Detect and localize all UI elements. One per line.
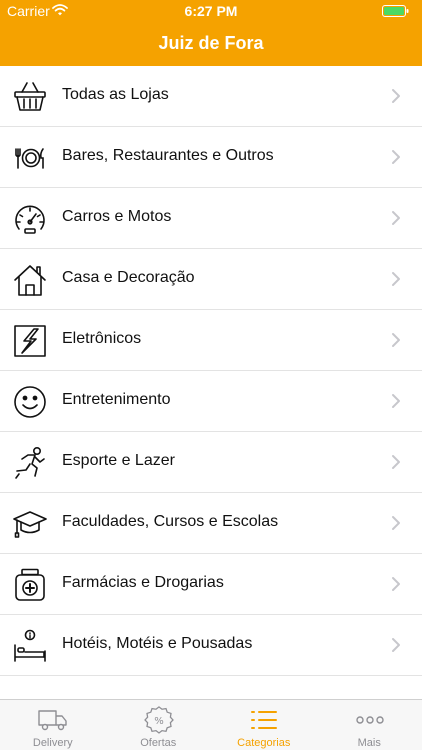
smiley-icon <box>14 386 46 418</box>
category-label: Bares, Restaurantes e Outros <box>62 147 274 164</box>
tab-categorias[interactable]: Categorias <box>211 700 317 750</box>
category-label: Entretenimento <box>62 391 171 408</box>
pharmacy-jar-icon <box>15 568 45 601</box>
tab-delivery[interactable]: Delivery <box>0 700 106 750</box>
chevron-right-icon <box>392 638 400 652</box>
chevron-right-icon <box>392 394 400 408</box>
category-row-farmacias[interactable]: Farmácias e Drogarias <box>0 554 422 615</box>
category-label: Carros e Motos <box>62 208 172 225</box>
chevron-right-icon <box>392 150 400 164</box>
percent-badge-icon: % <box>143 706 174 734</box>
category-row-esporte-e-lazer[interactable]: Esporte e Lazer <box>0 432 422 493</box>
lightning-box-icon <box>14 325 46 357</box>
bed-icon <box>14 629 46 662</box>
category-row-casa-e-decoracao[interactable]: Casa e Decoração <box>0 249 422 310</box>
chevron-right-icon <box>392 577 400 591</box>
page-title: Juiz de Fora <box>158 33 264 53</box>
chevron-right-icon <box>392 516 400 530</box>
tab-label: Ofertas <box>140 737 177 749</box>
chevron-right-icon <box>392 333 400 347</box>
tab-mais[interactable]: Mais <box>317 700 422 750</box>
chevron-right-icon <box>392 272 400 286</box>
list-icon <box>251 711 277 729</box>
category-list[interactable]: Todas as Lojas Bares, Restaurantes e Out… <box>0 66 422 699</box>
status-time: 6:27 PM <box>184 3 238 19</box>
category-row-entretenimento[interactable]: Entretenimento <box>0 371 422 432</box>
tab-label: Delivery <box>32 737 73 749</box>
category-label: Eletrônicos <box>62 330 142 347</box>
category-row-partial[interactable] <box>0 676 422 699</box>
category-label: Farmácias e Drogarias <box>62 574 224 591</box>
navigation-bar: Juiz de Fora <box>0 22 422 66</box>
tab-bar: Delivery % Ofertas Categorias Mais <box>0 699 422 750</box>
chevron-right-icon <box>392 455 400 469</box>
category-row-todas-as-lojas[interactable]: Todas as Lojas <box>0 66 422 127</box>
tab-ofertas[interactable]: % Ofertas <box>106 700 212 750</box>
graduation-cap-icon <box>13 511 47 538</box>
status-bar: Carrier 6:27 PM <box>0 0 422 22</box>
runner-icon <box>15 446 45 479</box>
chevron-right-icon <box>392 89 400 103</box>
chevron-right-icon <box>392 211 400 225</box>
plate-cutlery-icon <box>15 148 44 169</box>
battery-icon <box>382 5 409 17</box>
category-label: Todas as Lojas <box>62 86 169 103</box>
category-row-carros-e-motos[interactable]: Carros e Motos <box>0 188 422 249</box>
svg-text:%: % <box>154 716 164 727</box>
tab-label: Mais <box>357 737 381 749</box>
category-label: Casa e Decoração <box>62 269 195 286</box>
category-label: Hotéis, Motéis e Pousadas <box>62 635 253 652</box>
category-label: Esporte e Lazer <box>62 452 175 469</box>
house-icon <box>14 265 46 296</box>
category-row-faculdades-cursos[interactable]: Faculdades, Cursos e Escolas <box>0 493 422 554</box>
category-row-bares-restaurantes[interactable]: Bares, Restaurantes e Outros <box>0 127 422 188</box>
more-dots-icon <box>355 716 384 724</box>
basket-icon <box>14 82 46 111</box>
tab-label: Categorias <box>237 737 291 749</box>
category-row-hoteis[interactable]: Hotéis, Motéis e Pousadas <box>0 615 422 676</box>
delivery-truck-icon <box>38 710 67 731</box>
category-row-eletronicos[interactable]: Eletrônicos <box>0 310 422 371</box>
speedometer-icon <box>15 205 45 234</box>
category-label: Faculdades, Cursos e Escolas <box>62 513 279 530</box>
